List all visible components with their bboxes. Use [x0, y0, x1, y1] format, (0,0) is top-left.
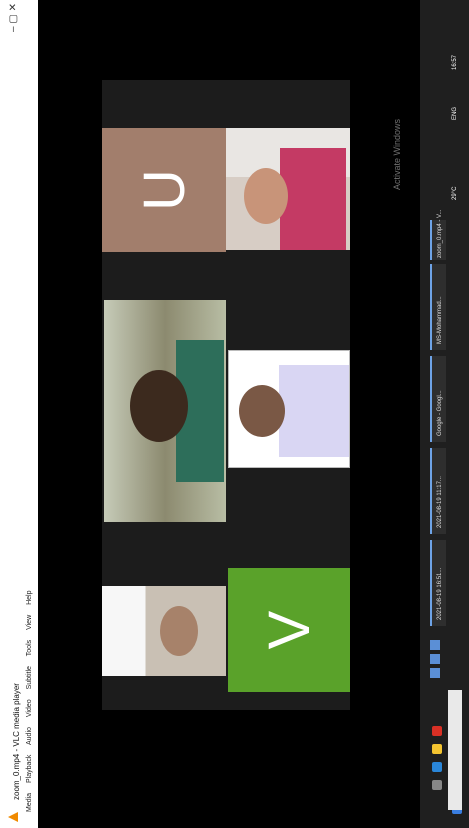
- menu-media[interactable]: Media: [26, 793, 33, 812]
- language-indicator[interactable]: ENG: [452, 107, 458, 120]
- participant-photo-tile-4: [226, 128, 350, 250]
- participant-face: [239, 385, 285, 437]
- edge-icon[interactable]: [432, 762, 442, 772]
- participant-video-tile-1: [102, 586, 226, 676]
- menu-help[interactable]: Help: [26, 591, 33, 605]
- menu-view[interactable]: View: [26, 615, 33, 630]
- menu-subtitle[interactable]: Subtitle: [26, 666, 33, 689]
- menu-playback[interactable]: Playback: [26, 755, 33, 783]
- taskbar-search-box[interactable]: [448, 690, 462, 810]
- zoom-icon[interactable]: [430, 654, 440, 664]
- chrome-icon[interactable]: [432, 726, 442, 736]
- clock-time[interactable]: 16:57: [452, 55, 458, 70]
- vlc-cone-icon: [8, 812, 18, 822]
- vlc-title-bar: zoom_0.mp4 - VLC media player Media Play…: [0, 0, 38, 828]
- zoom-toolbar[interactable]: [430, 640, 442, 700]
- taskbar-item-vlc[interactable]: zoom_0.mp4 - V...: [430, 210, 446, 260]
- taskbar-item-chrome[interactable]: Google - Googl...: [430, 356, 446, 442]
- participant-photo-tile-3: [228, 350, 350, 468]
- weather-temperature[interactable]: 29°C: [452, 187, 458, 200]
- menu-video[interactable]: Video: [26, 699, 33, 717]
- avatar-letter-v: V: [256, 610, 322, 650]
- participant-avatar-u: U: [102, 128, 226, 252]
- zoom-icon[interactable]: [430, 668, 440, 678]
- window-title: zoom_0.mp4 - VLC media player: [12, 683, 21, 800]
- window-controls[interactable]: – ▢ ✕: [8, 3, 19, 32]
- participant-video-tile-2: [104, 300, 226, 522]
- participant-shirt: [279, 365, 349, 457]
- menu-tools[interactable]: Tools: [26, 640, 33, 656]
- taskbar-item-word[interactable]: MS-Mohammad...: [430, 264, 446, 350]
- activate-windows-watermark: Activate Windows: [392, 118, 402, 190]
- taskbar-item-folder-2[interactable]: 2021-08-19 11:17...: [430, 448, 446, 534]
- participant-face: [244, 168, 288, 224]
- participant-face: [160, 606, 198, 656]
- participant-avatar-v: V: [228, 568, 350, 692]
- participant-dress: [280, 148, 346, 250]
- task-view-icon[interactable]: [432, 780, 442, 790]
- taskbar-item-folder-1[interactable]: 2021-08-19 16:51...: [430, 540, 446, 626]
- participant-face: [130, 370, 188, 442]
- avatar-letter-u: U: [131, 169, 197, 211]
- zoom-icon[interactable]: [430, 640, 440, 650]
- menu-bar: Media Playback Audio Video Subtitle Tool…: [26, 583, 33, 812]
- menu-audio[interactable]: Audio: [26, 727, 33, 745]
- file-explorer-icon[interactable]: [432, 744, 442, 754]
